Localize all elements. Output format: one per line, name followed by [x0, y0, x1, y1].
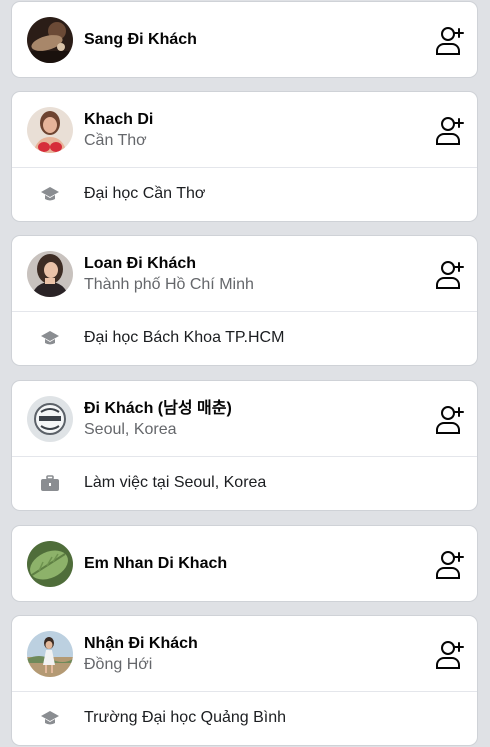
profile-location: Seoul, Korea [84, 420, 177, 438]
add-friend-icon[interactable] [435, 403, 465, 435]
suggestion-text: Sang Đi Khách [84, 2, 197, 77]
suggestion-header[interactable]: Khach Di Cần Thơ [12, 92, 477, 168]
detail-text: Đại học Cần Thơ [84, 185, 206, 202]
detail-text: Đại học Bách Khoa TP.HCM [84, 329, 285, 346]
suggestion-card[interactable]: Nhận Đi Khách Đồng Hới Trường Đại học Qu… [11, 615, 478, 746]
suggestion-text: Khach Di Cần Thơ [84, 92, 153, 167]
profile-name[interactable]: Em Nhan Di Khach [84, 553, 227, 574]
suggestion-text: Đi Khách (남성 매춘) Seoul, Korea [84, 381, 232, 456]
profile-name[interactable]: Sang Đi Khách [84, 29, 197, 50]
profile-location: Cần Thơ [84, 131, 147, 149]
suggestion-detail: Làm việc tại Seoul, Korea [12, 457, 477, 509]
profile-name[interactable]: Đi Khách (남성 매춘) [84, 398, 232, 419]
suggestion-card[interactable]: Loan Đi Khách Thành phố Hồ Chí Minh Đại … [11, 235, 478, 366]
avatar-man-dark-icon[interactable] [27, 16, 73, 63]
suggestion-header[interactable]: Em Nhan Di Khach [12, 526, 477, 601]
add-friend-icon[interactable] [435, 24, 465, 56]
briefcase-icon [40, 474, 60, 492]
avatar-woman-outdoor-icon[interactable] [27, 630, 73, 677]
suggestion-detail: Đại học Cần Thơ [12, 168, 477, 220]
suggestion-text: Loan Đi Khách Thành phố Hồ Chí Minh [84, 236, 254, 311]
suggestion-header[interactable]: Đi Khách (남성 매춘) Seoul, Korea [12, 381, 477, 457]
graduation-cap-icon [40, 709, 60, 727]
suggestion-detail: Đại học Bách Khoa TP.HCM [12, 312, 477, 364]
suggestion-card[interactable]: Đi Khách (남성 매춘) Seoul, Korea Làm việc t… [11, 380, 478, 511]
suggestion-card[interactable]: Khach Di Cần Thơ Đại học Cần Thơ [11, 91, 478, 222]
profile-name[interactable]: Nhận Đi Khách [84, 633, 198, 654]
avatar-woman-red-icon[interactable] [27, 106, 73, 153]
suggestion-header[interactable]: Sang Đi Khách [12, 2, 477, 77]
suggestion-card[interactable]: Em Nhan Di Khach [11, 525, 478, 602]
profile-location: Thành phố Hồ Chí Minh [84, 275, 254, 293]
add-friend-icon[interactable] [435, 548, 465, 580]
friend-suggestion-list: Sang Đi Khách Khach Di Cần Thơ Đại học C… [0, 0, 490, 747]
avatar-logo-icon[interactable] [27, 395, 73, 442]
avatar-leaf-icon[interactable] [27, 540, 73, 587]
avatar-woman-dark-icon[interactable] [27, 250, 73, 297]
suggestion-header[interactable]: Loan Đi Khách Thành phố Hồ Chí Minh [12, 236, 477, 312]
suggestion-detail: Trường Đại học Quảng Bình [12, 692, 477, 744]
add-friend-icon[interactable] [435, 114, 465, 146]
suggestion-text: Nhận Đi Khách Đồng Hới [84, 616, 198, 691]
add-friend-icon[interactable] [435, 258, 465, 290]
detail-text: Làm việc tại Seoul, Korea [84, 474, 267, 491]
detail-text: Trường Đại học Quảng Bình [84, 709, 287, 726]
add-friend-icon[interactable] [435, 638, 465, 670]
suggestion-text: Em Nhan Di Khach [84, 526, 227, 601]
suggestion-header[interactable]: Nhận Đi Khách Đồng Hới [12, 616, 477, 692]
graduation-cap-icon [40, 329, 60, 347]
suggestion-card[interactable]: Sang Đi Khách [11, 1, 478, 78]
profile-name[interactable]: Khach Di [84, 109, 153, 130]
profile-name[interactable]: Loan Đi Khách [84, 253, 254, 274]
profile-location: Đồng Hới [84, 655, 153, 673]
graduation-cap-icon [40, 185, 60, 203]
